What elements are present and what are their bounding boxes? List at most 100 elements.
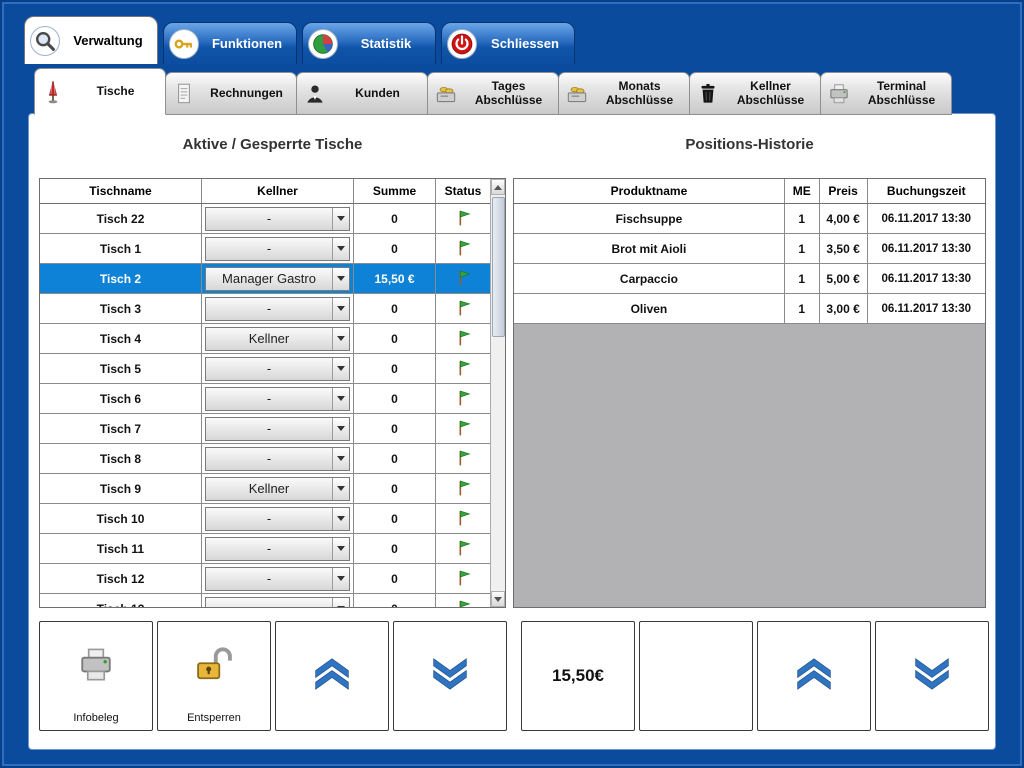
chevron-down-icon[interactable] bbox=[332, 298, 349, 320]
empty-button[interactable] bbox=[639, 621, 753, 731]
kellner-cell: - bbox=[202, 534, 354, 563]
chevron-down-icon[interactable] bbox=[332, 238, 349, 260]
table-row[interactable]: Tisch 9 Kellner 0 bbox=[40, 474, 490, 504]
kellner-dropdown[interactable]: Kellner bbox=[205, 477, 350, 501]
kellner-dropdown[interactable]: - bbox=[205, 597, 350, 608]
kellner-value: - bbox=[206, 451, 332, 466]
table-row[interactable]: Tisch 11 - 0 bbox=[40, 534, 490, 564]
table-row[interactable]: Tisch 2 Manager Gastro 15,50 € bbox=[40, 264, 490, 294]
table-row[interactable]: Tisch 6 - 0 bbox=[40, 384, 490, 414]
trash-icon bbox=[694, 80, 722, 108]
magnifier-icon bbox=[30, 26, 60, 56]
column-header-tischname: Tischname bbox=[40, 179, 202, 203]
chevron-down-icon[interactable] bbox=[332, 268, 349, 290]
history-scroll-down-button[interactable] bbox=[875, 621, 989, 731]
subtab-kunden[interactable]: Kunden bbox=[296, 72, 428, 115]
table-row[interactable]: Tisch 8 - 0 bbox=[40, 444, 490, 474]
terminal-printer-icon bbox=[825, 80, 853, 108]
scroll-up-button[interactable] bbox=[491, 179, 505, 195]
printer-icon bbox=[73, 643, 119, 692]
tab-statistik[interactable]: Statistik bbox=[302, 22, 436, 64]
tables-scrollbar[interactable] bbox=[490, 179, 505, 607]
tab-label: Verwaltung bbox=[65, 33, 157, 48]
subtab-tages-abschluesse[interactable]: Tages Abschlüsse bbox=[427, 72, 559, 115]
status-flag-icon bbox=[455, 209, 472, 228]
kellner-dropdown[interactable]: - bbox=[205, 417, 350, 441]
chevron-down-icon[interactable] bbox=[332, 208, 349, 230]
tables-scroll-up-button[interactable] bbox=[275, 621, 389, 731]
table-sum: 0 bbox=[354, 594, 436, 607]
status-flag-icon bbox=[455, 239, 472, 258]
kellner-dropdown[interactable]: - bbox=[205, 207, 350, 231]
chevron-down-icon[interactable] bbox=[332, 328, 349, 350]
right-panel-title: Positions-Historie bbox=[513, 136, 986, 153]
chevron-down-icon[interactable] bbox=[332, 358, 349, 380]
kellner-dropdown[interactable]: Manager Gastro bbox=[205, 267, 350, 291]
history-row[interactable]: Oliven 1 3,00 € 06.11.2017 13:30 bbox=[514, 294, 985, 324]
table-row[interactable]: Tisch 10 - 0 bbox=[40, 504, 490, 534]
table-name: Tisch 12 bbox=[40, 564, 202, 593]
subtab-kellner-abschluesse[interactable]: Kellner Abschlüsse bbox=[689, 72, 821, 115]
chevron-down-icon[interactable] bbox=[332, 508, 349, 530]
tab-funktionen[interactable]: Funktionen bbox=[163, 22, 297, 64]
kellner-dropdown[interactable]: - bbox=[205, 297, 350, 321]
chevron-down-icon[interactable] bbox=[332, 478, 349, 500]
subtab-monats-abschluesse[interactable]: Monats Abschlüsse bbox=[558, 72, 690, 115]
chevron-down-icon[interactable] bbox=[332, 538, 349, 560]
kellner-dropdown[interactable]: - bbox=[205, 237, 350, 261]
table-row[interactable]: Tisch 3 - 0 bbox=[40, 294, 490, 324]
tab-verwaltung[interactable]: Verwaltung bbox=[24, 16, 158, 64]
history-row[interactable]: Brot mit Aioli 1 3,50 € 06.11.2017 13:30 bbox=[514, 234, 985, 264]
entsperren-button[interactable]: Entsperren bbox=[157, 621, 271, 731]
kellner-cell: Manager Gastro bbox=[202, 264, 354, 293]
chevron-down-icon[interactable] bbox=[332, 568, 349, 590]
table-row[interactable]: Tisch 12 - 0 bbox=[40, 564, 490, 594]
table-name: Tisch 3 bbox=[40, 294, 202, 323]
kellner-dropdown[interactable]: - bbox=[205, 537, 350, 561]
infobeleg-button[interactable]: Infobeleg bbox=[39, 621, 153, 731]
cash-icon bbox=[432, 80, 460, 108]
kellner-dropdown[interactable]: Kellner bbox=[205, 327, 350, 351]
right-table-body: Fischsuppe 1 4,00 € 06.11.2017 13:30 Bro… bbox=[514, 204, 985, 324]
status-flag-icon bbox=[455, 449, 472, 468]
table-row[interactable]: Tisch 13 - 0 bbox=[40, 594, 490, 607]
sum-button[interactable]: 15,50€ bbox=[521, 621, 635, 731]
column-header-kellner: Kellner bbox=[202, 179, 354, 203]
tables-scroll-down-button[interactable] bbox=[393, 621, 507, 731]
subtab-label: Tages Abschlüsse bbox=[463, 80, 554, 108]
chevron-down-icon[interactable] bbox=[332, 418, 349, 440]
table-row[interactable]: Tisch 5 - 0 bbox=[40, 354, 490, 384]
kellner-dropdown[interactable]: - bbox=[205, 567, 350, 591]
key-icon bbox=[169, 29, 199, 59]
scroll-down-button[interactable] bbox=[491, 591, 505, 607]
history-scroll-up-button[interactable] bbox=[757, 621, 871, 731]
chevron-down-icon[interactable] bbox=[332, 388, 349, 410]
product-price: 3,00 € bbox=[820, 294, 868, 323]
table-row[interactable]: Tisch 22 - 0 bbox=[40, 204, 490, 234]
chevron-down-icon[interactable] bbox=[332, 448, 349, 470]
scrollbar-track[interactable] bbox=[491, 195, 505, 591]
status-cell bbox=[436, 474, 490, 503]
column-header-preis: Preis bbox=[820, 179, 868, 203]
product-price: 4,00 € bbox=[820, 204, 868, 233]
table-row[interactable]: Tisch 1 - 0 bbox=[40, 234, 490, 264]
table-flag-icon bbox=[39, 78, 67, 106]
kellner-dropdown[interactable]: - bbox=[205, 387, 350, 411]
kellner-dropdown[interactable]: - bbox=[205, 447, 350, 471]
subtab-terminal-abschluesse[interactable]: Terminal Abschlüsse bbox=[820, 72, 952, 115]
table-row[interactable]: Tisch 4 Kellner 0 bbox=[40, 324, 490, 354]
history-row[interactable]: Carpaccio 1 5,00 € 06.11.2017 13:30 bbox=[514, 264, 985, 294]
status-cell bbox=[436, 414, 490, 443]
kellner-dropdown[interactable]: - bbox=[205, 357, 350, 381]
kellner-dropdown[interactable]: - bbox=[205, 507, 350, 531]
history-row[interactable]: Fischsuppe 1 4,00 € 06.11.2017 13:30 bbox=[514, 204, 985, 234]
left-panel-title: Aktive / Gesperrte Tische bbox=[39, 136, 506, 153]
table-row[interactable]: Tisch 7 - 0 bbox=[40, 414, 490, 444]
product-name: Oliven bbox=[514, 294, 785, 323]
tab-schliessen[interactable]: Schliessen bbox=[441, 22, 575, 64]
scrollbar-thumb[interactable] bbox=[492, 197, 505, 337]
triangle-down-icon bbox=[494, 597, 502, 602]
subtab-rechnungen[interactable]: Rechnungen bbox=[165, 72, 297, 115]
chevron-down-icon[interactable] bbox=[332, 598, 349, 608]
subtab-tische[interactable]: Tische bbox=[34, 68, 166, 115]
